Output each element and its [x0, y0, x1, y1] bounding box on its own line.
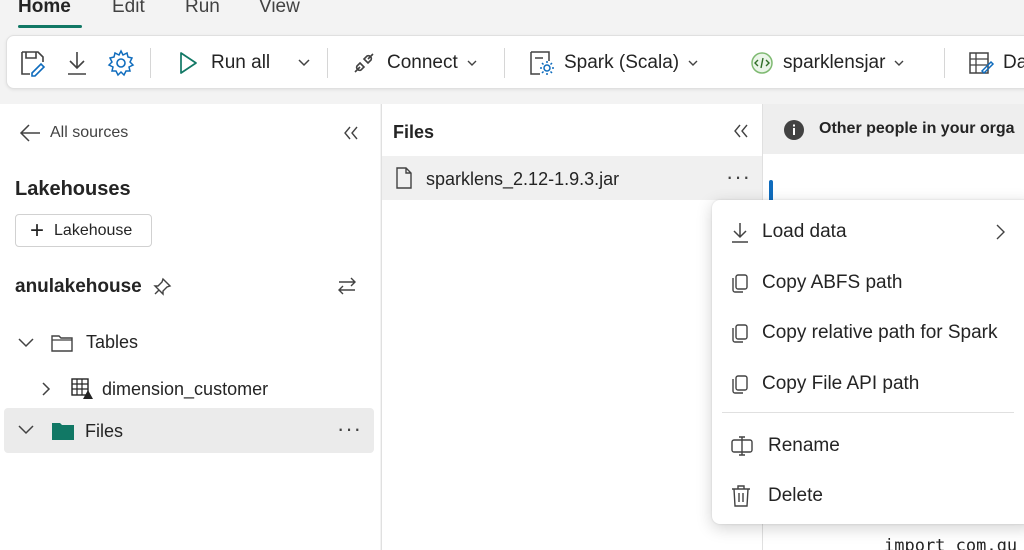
- code-line[interactable]: import com.qu: [884, 536, 1017, 550]
- chevron-down-icon: [467, 60, 477, 66]
- arrow-left-icon: [19, 124, 40, 142]
- tree-item-table[interactable]: dimension_customer: [38, 377, 268, 401]
- copy-icon: [732, 375, 748, 394]
- menu-bar: Home Edit Run View: [0, 0, 1024, 32]
- run-all-label: Run all: [211, 52, 271, 73]
- copy-icon: [732, 324, 748, 343]
- tree-item-tables[interactable]: Tables: [16, 332, 138, 353]
- file-icon: [396, 167, 412, 189]
- folder-outline-icon: [51, 334, 73, 352]
- menu-separator: [722, 412, 1014, 413]
- double-chevron-left-icon: [344, 126, 358, 140]
- menu-item-load-data[interactable]: Load data: [712, 209, 1024, 255]
- copy-relative-label: Copy relative path for Spark: [762, 322, 998, 343]
- banner-text: Other people in your orga: [819, 120, 1015, 137]
- switch-lakehouse-button[interactable]: [336, 276, 358, 301]
- gear-icon: [107, 49, 135, 77]
- tables-label: Tables: [86, 332, 139, 352]
- info-banner: Other people in your orga: [763, 104, 1024, 154]
- play-icon: [180, 52, 197, 74]
- plus-icon: +: [30, 216, 45, 244]
- load-data-label: Load data: [762, 221, 847, 242]
- toolbar-separator: [327, 48, 328, 78]
- files-panel-title: Files: [393, 122, 435, 142]
- download-icon: [732, 223, 748, 243]
- collapse-explorer-button[interactable]: [342, 124, 360, 147]
- file-row[interactable]: sparklens_2.12-1.9.3.jar ···: [382, 156, 763, 200]
- toolbar: Run all Connect Spark (Scala) sparklensj…: [6, 35, 1024, 89]
- chevron-down-icon: [18, 425, 34, 435]
- copy-icon: [732, 274, 748, 293]
- lakehouse-name: anulakehouse: [15, 276, 142, 297]
- save-icon: [21, 51, 46, 77]
- delete-label: Delete: [768, 485, 823, 506]
- data-wrangler-label: Da: [1003, 52, 1024, 73]
- connect-label: Connect: [387, 52, 458, 73]
- chevron-down-icon: [298, 59, 310, 67]
- active-tab-indicator: [18, 25, 82, 28]
- cell-focus-indicator: [769, 180, 773, 202]
- trash-icon: [732, 485, 750, 507]
- pin-icon[interactable]: [152, 277, 172, 297]
- tab-home[interactable]: Home: [18, 0, 71, 18]
- spark-language-icon: [530, 51, 554, 75]
- environment-label: sparklensjar: [783, 52, 886, 73]
- files-label: Files: [85, 421, 124, 441]
- tree-item-files[interactable]: Files ···: [4, 408, 374, 453]
- tab-run[interactable]: Run: [185, 0, 220, 18]
- rename-label: Rename: [768, 435, 840, 456]
- rename-icon: [731, 436, 753, 456]
- add-lakehouse-label: Lakehouse: [54, 221, 133, 239]
- menu-item-copy-relative-path[interactable]: Copy relative path for Spark: [712, 310, 1024, 356]
- files-panel: Files sparklens_2.12-1.9.3.jar ···: [381, 104, 763, 550]
- connect-button[interactable]: Connect: [351, 36, 478, 90]
- chevron-down-icon: [18, 337, 34, 347]
- download-button[interactable]: [65, 36, 89, 90]
- environment-dropdown[interactable]: sparklensjar: [749, 36, 905, 90]
- add-lakehouse-button[interactable]: + Lakehouse: [15, 214, 152, 247]
- run-options-dropdown[interactable]: [297, 36, 311, 90]
- double-chevron-left-icon: [734, 124, 748, 138]
- all-sources-label: All sources: [50, 124, 129, 141]
- toolbar-separator: [944, 48, 945, 78]
- chevron-down-icon: [894, 60, 904, 66]
- swap-arrows-icon: [338, 277, 356, 295]
- environment-icon: [751, 52, 773, 74]
- folder-filled-icon: [52, 423, 74, 440]
- toolbar-separator: [504, 48, 505, 78]
- lakehouse-header: anulakehouse: [15, 276, 172, 298]
- file-name: sparklens_2.12-1.9.3.jar: [426, 169, 620, 189]
- menu-item-rename[interactable]: Rename: [712, 423, 1024, 469]
- back-to-all-sources[interactable]: All sources: [18, 122, 128, 144]
- more-options-icon[interactable]: ···: [726, 164, 751, 190]
- more-options-icon[interactable]: ···: [337, 416, 362, 442]
- settings-button[interactable]: [107, 36, 135, 90]
- tab-edit[interactable]: Edit: [112, 0, 145, 18]
- lakehouses-heading: Lakehouses: [15, 178, 131, 200]
- explorer-panel: All sources Lakehouses + Lakehouse anula…: [0, 104, 380, 550]
- collapse-files-button[interactable]: [732, 122, 750, 145]
- data-wrangler-button[interactable]: Da: [967, 36, 1024, 90]
- data-wrangler-icon: [969, 52, 995, 75]
- table-icon: [71, 378, 93, 399]
- copy-abfs-label: Copy ABFS path: [762, 272, 903, 293]
- language-label: Spark (Scala): [564, 52, 680, 73]
- context-menu: Load data Copy ABFS path Copy relative p…: [712, 200, 1024, 524]
- table-name: dimension_customer: [102, 378, 269, 399]
- tab-view[interactable]: View: [259, 0, 300, 18]
- download-icon: [68, 52, 86, 75]
- menu-item-delete[interactable]: Delete: [712, 473, 1024, 519]
- menu-item-copy-file-api-path[interactable]: Copy File API path: [712, 361, 1024, 407]
- menu-item-copy-abfs-path[interactable]: Copy ABFS path: [712, 260, 1024, 306]
- chevron-right-icon: [42, 382, 51, 396]
- run-all-button[interactable]: Run all: [177, 36, 270, 90]
- info-icon: [784, 120, 804, 140]
- plug-icon: [354, 53, 374, 73]
- copy-file-api-label: Copy File API path: [762, 373, 920, 394]
- chevron-right-icon: [996, 224, 1005, 240]
- toolbar-separator: [150, 48, 151, 78]
- chevron-down-icon: [688, 60, 698, 66]
- language-dropdown[interactable]: Spark (Scala): [528, 36, 699, 90]
- save-button[interactable]: [19, 36, 47, 90]
